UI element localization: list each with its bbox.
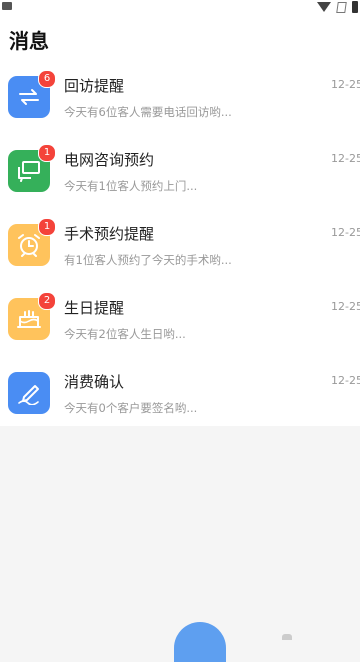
- alarm-clock-icon: 1: [8, 218, 56, 266]
- battery-icon: [352, 1, 358, 13]
- unread-badge: 1: [38, 144, 56, 162]
- unread-badge: 1: [38, 218, 56, 236]
- page-title: 消息: [9, 29, 49, 53]
- message-item-payment-confirmation[interactable]: 消费确认 12-25 今天有0个客户要签名哟...: [0, 364, 360, 438]
- wifi-icon: [317, 2, 331, 12]
- image-notification-icon: [2, 2, 12, 10]
- message-preview: 今天有1位客人预约上门...: [64, 179, 198, 193]
- message-preview: 今天有2位客人生日哟...: [64, 327, 186, 341]
- message-item-birthday-reminder[interactable]: 2 生日提醒 12-25 今天有2位客人生日哟...: [0, 290, 360, 364]
- messages-page: 消息 6 回访提醒 12-25 今天有6位客人需要电话回访哟... 1 电网咨询…: [0, 14, 360, 426]
- message-item-consultation-booking[interactable]: 1 电网咨询预约 12-25 今天有1位客人预约上门...: [0, 142, 360, 216]
- message-preview: 今天有6位客人需要电话回访哟...: [64, 105, 232, 119]
- pen-sign-icon: [8, 372, 50, 414]
- message-preview: 今天有0个客户要签名哟...: [64, 401, 198, 415]
- message-time: 12-25: [331, 300, 360, 313]
- status-bar: [0, 0, 360, 14]
- message-item-surgery-reminder[interactable]: 1 手术预约提醒 12-25 有1位客人预约了今天的手术哟...: [0, 216, 360, 290]
- bottom-nav-indicator: [282, 634, 292, 640]
- status-bar-right: [317, 0, 360, 14]
- message-title: 消费确认: [64, 373, 125, 391]
- chat-bubbles-icon: 1: [8, 144, 56, 192]
- message-time: 12-25: [331, 226, 360, 239]
- message-time: 12-25: [331, 374, 360, 387]
- birthday-cake-icon: 2: [8, 292, 56, 340]
- message-time: 12-25: [331, 78, 360, 91]
- message-preview: 有1位客人预约了今天的手术哟...: [64, 253, 232, 267]
- unread-badge: 2: [38, 292, 56, 310]
- message-item-callback-reminder[interactable]: 6 回访提醒 12-25 今天有6位客人需要电话回访哟...: [0, 68, 360, 142]
- message-time: 12-25: [331, 152, 360, 165]
- message-title: 手术预约提醒: [64, 225, 155, 243]
- message-title: 电网咨询预约: [64, 151, 155, 169]
- no-sim-icon: [336, 1, 347, 13]
- floating-action-button[interactable]: [174, 622, 226, 662]
- unread-badge: 6: [38, 70, 56, 88]
- swap-arrows-icon: 6: [8, 70, 56, 118]
- message-title: 生日提醒: [64, 299, 125, 317]
- message-title: 回访提醒: [64, 77, 125, 95]
